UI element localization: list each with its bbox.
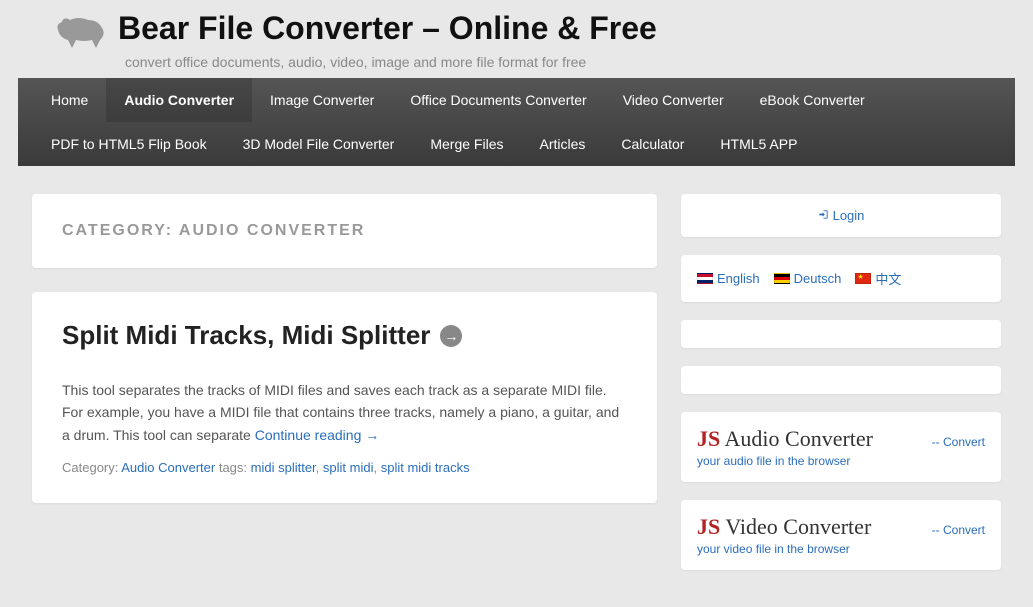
js-video-row: JS Video Converter -- Convert <box>697 514 985 540</box>
js-video-convert: -- Convert <box>932 523 985 537</box>
post-meta: Category: Audio Converter tags: midi spl… <box>62 460 627 475</box>
language-row: English Deutsch 中文 <box>697 269 985 288</box>
site-title[interactable]: Bear File Converter – Online & Free <box>118 10 657 47</box>
flag-cn-icon <box>855 273 871 284</box>
nav-item-html5-app[interactable]: HTML5 APP <box>702 122 815 166</box>
tag-link[interactable]: split midi tracks <box>381 460 470 475</box>
nav-item-video-converter[interactable]: Video Converter <box>605 78 742 122</box>
nav-item-audio-converter[interactable]: Audio Converter <box>106 78 252 122</box>
empty-card-2 <box>681 366 1001 394</box>
category-name: AUDIO CONVERTER <box>179 222 365 239</box>
login-text: Login <box>833 208 865 223</box>
nav-item-articles[interactable]: Articles <box>521 122 603 166</box>
flag-uk-icon <box>697 273 713 284</box>
js-video-sub: your video file in the browser <box>697 542 985 556</box>
sidebar: Login English Deutsch 中文 JS Audio Conver… <box>681 194 1001 570</box>
meta-category-link[interactable]: Audio Converter <box>121 460 215 475</box>
js-audio-row: JS Audio Converter -- Convert <box>697 426 985 452</box>
nav-item-home[interactable]: Home <box>33 78 106 122</box>
header: Bear File Converter – Online & Free conv… <box>0 0 1033 70</box>
language-card: English Deutsch 中文 <box>681 255 1001 302</box>
js-audio-rest: Audio Converter <box>720 426 873 451</box>
lang-chinese[interactable]: 中文 <box>855 269 901 288</box>
lang-chinese-label: 中文 <box>875 269 901 288</box>
js-video-title: JS Video Converter <box>697 514 871 540</box>
nav-item-image-converter[interactable]: Image Converter <box>252 78 392 122</box>
js-video-card[interactable]: JS Video Converter -- Convert your video… <box>681 500 1001 570</box>
post-card: Split Midi Tracks, Midi Splitter → This … <box>32 292 657 503</box>
meta-tags-label: tags: <box>215 460 250 475</box>
logo-row: Bear File Converter – Online & Free <box>50 10 1013 50</box>
js-audio-sub: your audio file in the browser <box>697 454 985 468</box>
lang-deutsch[interactable]: Deutsch <box>774 271 842 286</box>
login-card: Login <box>681 194 1001 237</box>
post-title[interactable]: Split Midi Tracks, Midi Splitter → <box>62 320 627 351</box>
continue-reading-link[interactable]: Continue reading → <box>255 427 380 443</box>
arrow-right-icon[interactable]: → <box>440 325 462 347</box>
js-audio-card[interactable]: JS Audio Converter -- Convert your audio… <box>681 412 1001 482</box>
tag-link[interactable]: midi splitter <box>251 460 316 475</box>
category-label: CATEGORY: AUDIO CONVERTER <box>62 222 627 240</box>
nav-item-office-documents-converter[interactable]: Office Documents Converter <box>392 78 604 122</box>
bear-icon <box>50 10 110 50</box>
nav-item-3d-model-file-converter[interactable]: 3D Model File Converter <box>225 122 413 166</box>
login-icon <box>818 208 829 223</box>
meta-tags: midi splitter, split midi, split midi tr… <box>251 460 470 475</box>
content-column: CATEGORY: AUDIO CONVERTER Split Midi Tra… <box>32 194 657 570</box>
lang-deutsch-label: Deutsch <box>794 271 842 286</box>
js-audio-convert: -- Convert <box>932 435 985 449</box>
lang-english-label: English <box>717 271 760 286</box>
main-wrap: CATEGORY: AUDIO CONVERTER Split Midi Tra… <box>0 166 1033 598</box>
lang-english[interactable]: English <box>697 271 760 286</box>
meta-category-label: Category: <box>62 460 121 475</box>
js-audio-title: JS Audio Converter <box>697 426 873 452</box>
nav-item-ebook-converter[interactable]: eBook Converter <box>742 78 883 122</box>
js-video-rest: Video Converter <box>720 514 871 539</box>
category-prefix: CATEGORY: <box>62 222 179 239</box>
tag-link[interactable]: split midi <box>323 460 374 475</box>
nav-item-calculator[interactable]: Calculator <box>603 122 702 166</box>
category-header-card: CATEGORY: AUDIO CONVERTER <box>32 194 657 268</box>
main-nav: HomeAudio ConverterImage ConverterOffice… <box>18 78 1015 166</box>
post-title-text: Split Midi Tracks, Midi Splitter <box>62 320 430 351</box>
login-link[interactable]: Login <box>697 208 985 223</box>
js-audio-js: JS <box>697 426 720 451</box>
nav-item-merge-files[interactable]: Merge Files <box>412 122 521 166</box>
flag-de-icon <box>774 273 790 284</box>
tagline: convert office documents, audio, video, … <box>125 54 1013 70</box>
js-video-js: JS <box>697 514 720 539</box>
empty-card-1 <box>681 320 1001 348</box>
post-body: This tool separates the tracks of MIDI f… <box>62 379 627 446</box>
nav-item-pdf-to-html5-flip-book[interactable]: PDF to HTML5 Flip Book <box>33 122 225 166</box>
